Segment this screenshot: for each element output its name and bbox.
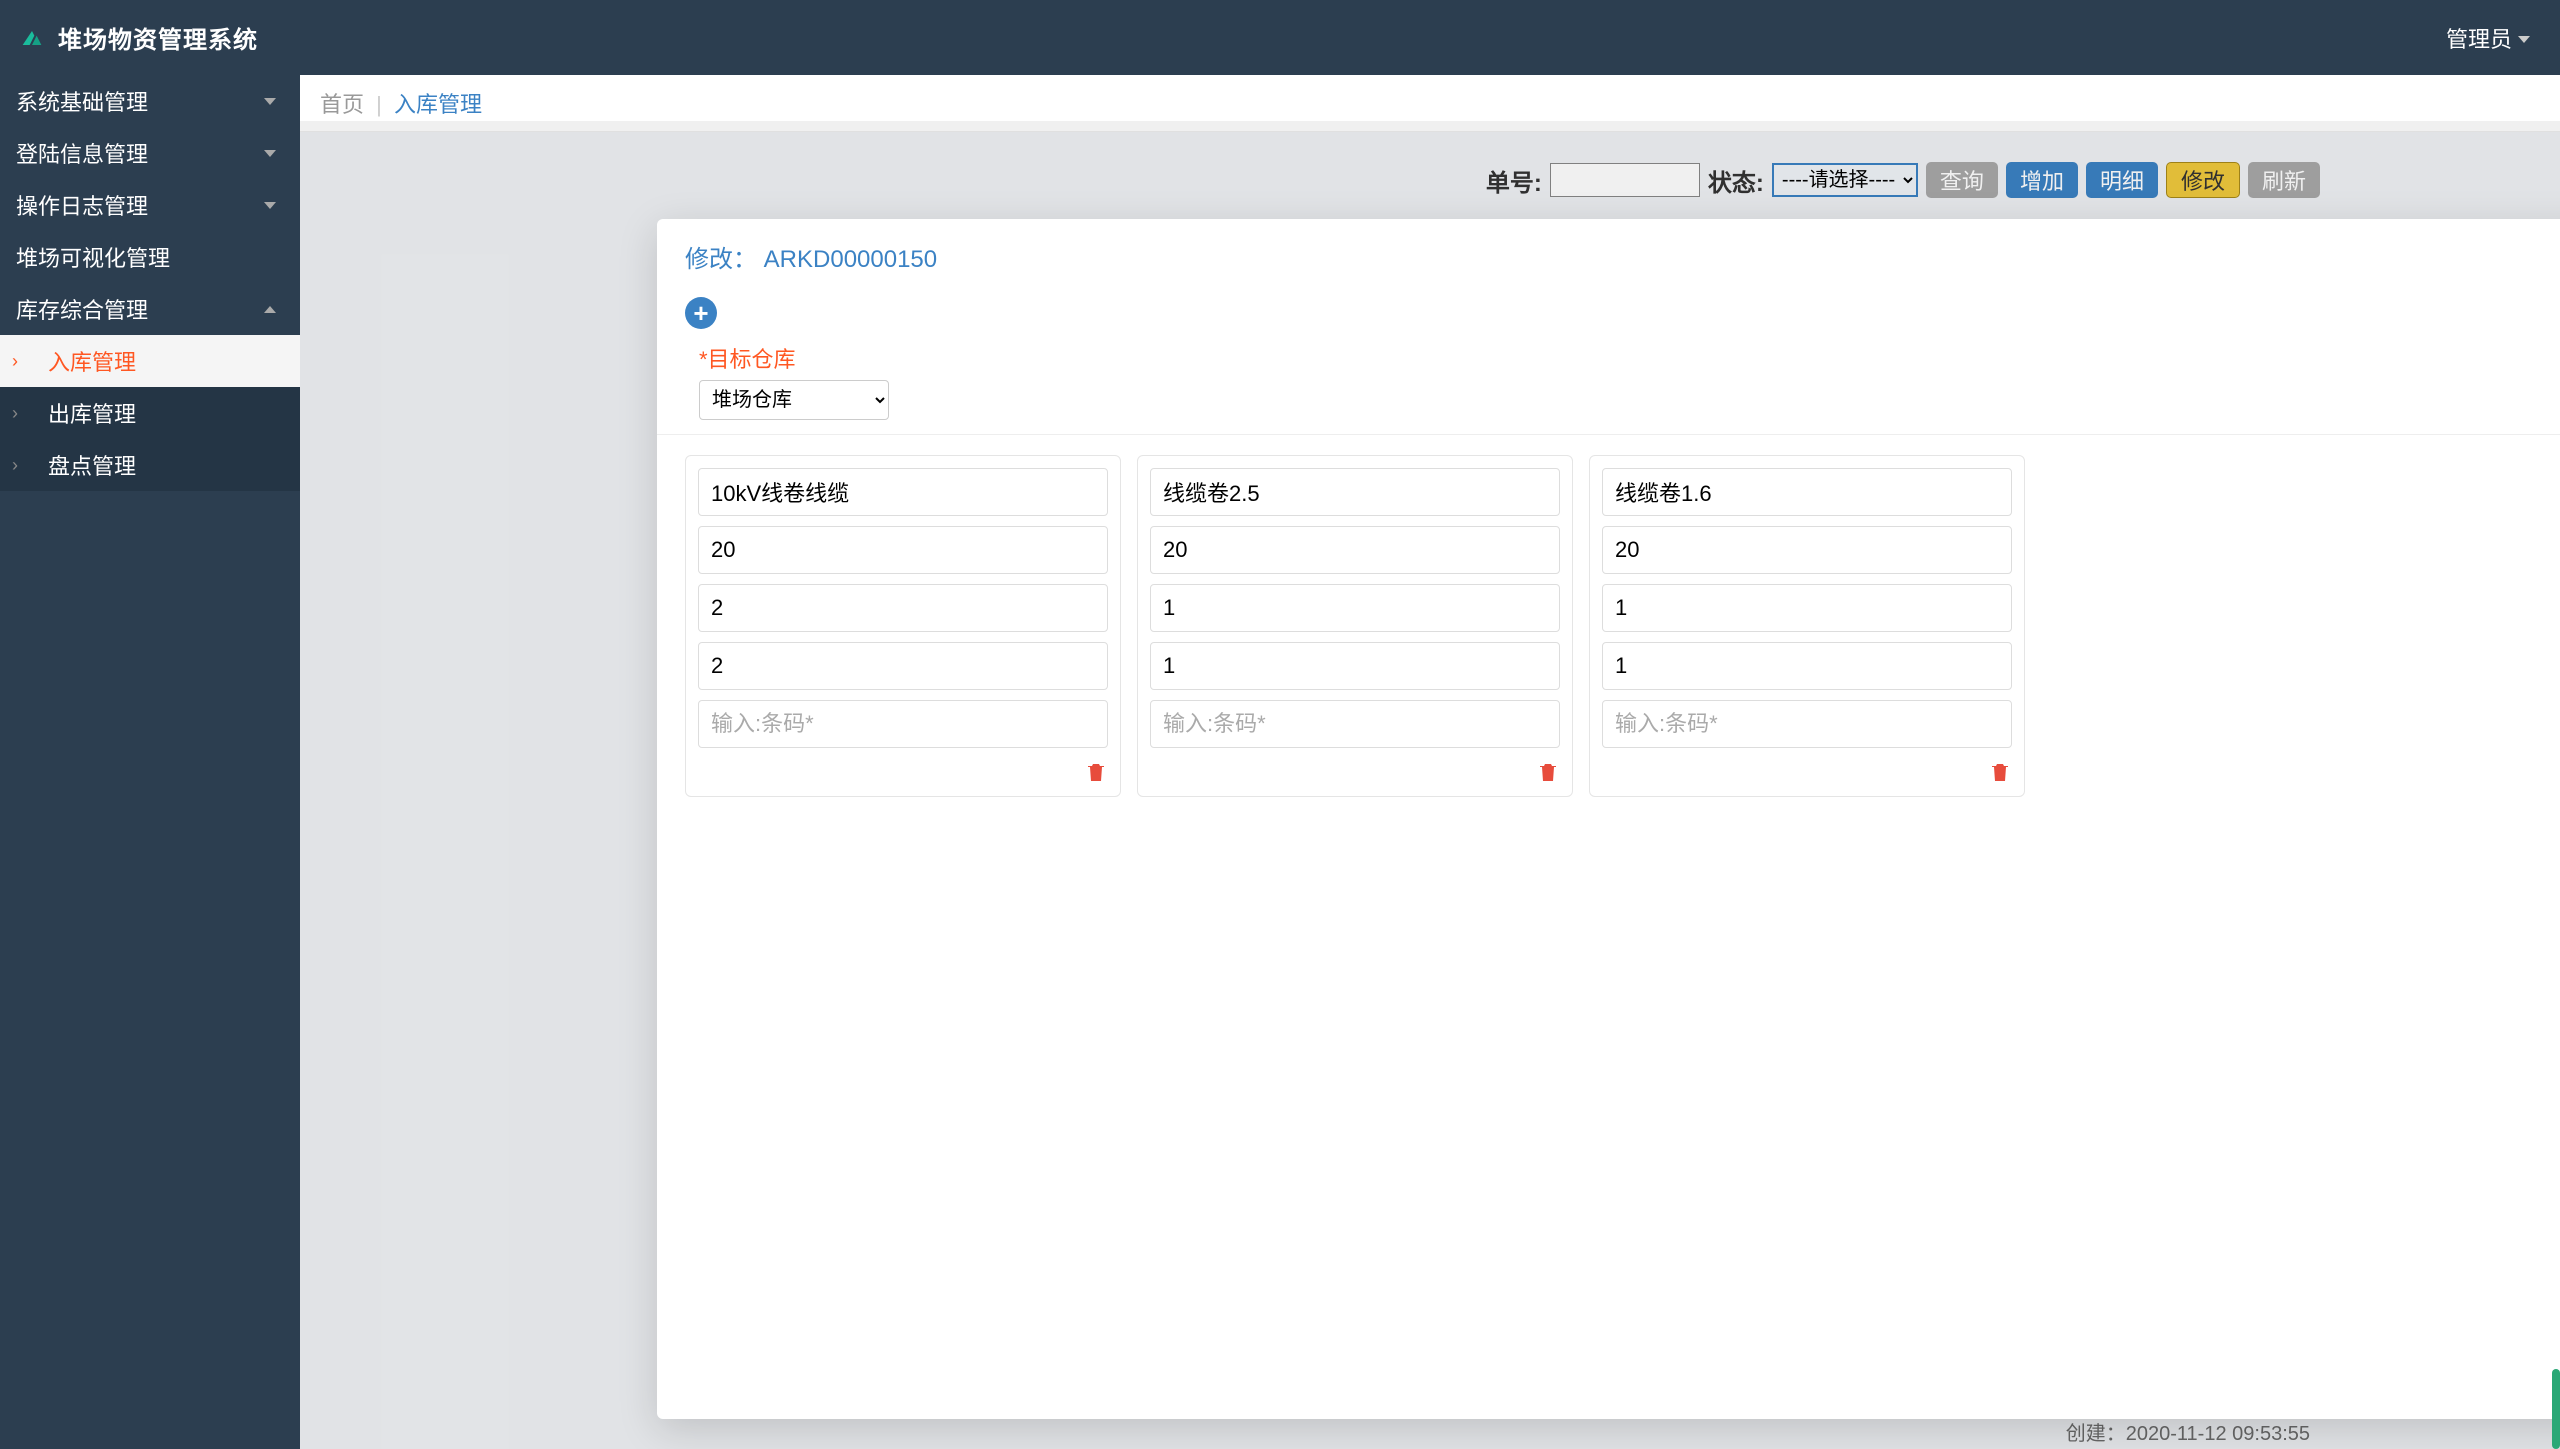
item-field3-input[interactable]: [1602, 584, 2012, 632]
submenu-inventory: › 入库管理 › 出库管理 › 盘点管理: [0, 335, 300, 491]
chevron-up-icon: [264, 306, 276, 313]
footer-created: 创建：2020-11-12 09:53:55: [2066, 1417, 2310, 1446]
submenu-label: 盘点管理: [48, 449, 136, 481]
item-field4-input[interactable]: [698, 642, 1108, 690]
item-barcode-input[interactable]: [1602, 700, 2012, 748]
edit-modal: 修改： ARKD00000150 ✕ + 保存 *目标仓库 堆场仓库: [657, 219, 2560, 1419]
menu-system-base[interactable]: 系统基础管理: [0, 75, 300, 127]
target-warehouse-row: *目标仓库 堆场仓库: [657, 342, 2560, 434]
sidebar: 系统基础管理 登陆信息管理 操作日志管理 堆场可视化管理 库存综合管理 › 入库…: [0, 75, 300, 1449]
delete-item-button[interactable]: [1536, 760, 1560, 784]
target-warehouse-label: *目标仓库: [699, 342, 2560, 374]
menu-yard-visual[interactable]: 堆场可视化管理: [0, 231, 300, 283]
caret-down-icon: [2518, 36, 2530, 43]
submenu-inbound[interactable]: › 入库管理: [0, 335, 300, 387]
app-title: 堆场物资管理系统: [58, 20, 258, 55]
chevron-down-icon: [264, 202, 276, 209]
user-label: 管理员: [2446, 22, 2512, 54]
item-card: [1589, 455, 2025, 797]
delete-item-button[interactable]: [1988, 760, 2012, 784]
submenu-label: 出库管理: [48, 397, 136, 429]
item-field2-input[interactable]: [698, 526, 1108, 574]
trash-icon: [1536, 760, 1560, 784]
modal-title: 修改： ARKD00000150: [685, 239, 937, 274]
delete-item-button[interactable]: [1084, 760, 1108, 784]
menu-label: 登陆信息管理: [16, 137, 148, 169]
breadcrumb-home[interactable]: 首页: [320, 92, 364, 117]
modal-actions: + 保存: [657, 294, 2560, 342]
trash-icon: [1084, 760, 1108, 784]
breadcrumb-current: 入库管理: [394, 92, 482, 117]
modal-header: 修改： ARKD00000150 ✕: [657, 219, 2560, 294]
item-cards-row: [657, 435, 2560, 817]
add-item-button[interactable]: +: [685, 297, 717, 329]
chevron-down-icon: [264, 98, 276, 105]
item-card: [685, 455, 1121, 797]
item-name-input[interactable]: [1602, 468, 2012, 516]
item-field4-input[interactable]: [1602, 642, 2012, 690]
trash-icon: [1988, 760, 2012, 784]
chevron-right-icon: ›: [12, 403, 18, 424]
menu-label: 系统基础管理: [16, 85, 148, 117]
scrollbar-thumb[interactable]: [2552, 1369, 2560, 1449]
target-warehouse-select[interactable]: 堆场仓库: [699, 380, 889, 420]
submenu-outbound[interactable]: › 出库管理: [0, 387, 300, 439]
item-field3-input[interactable]: [1150, 584, 1560, 632]
item-name-input[interactable]: [1150, 468, 1560, 516]
item-barcode-input[interactable]: [698, 700, 1108, 748]
menu-login-info[interactable]: 登陆信息管理: [0, 127, 300, 179]
menu-label: 库存综合管理: [16, 293, 148, 325]
breadcrumb-separator: |: [376, 92, 382, 117]
header-left: 堆场物资管理系统: [18, 20, 258, 55]
menu-label: 操作日志管理: [16, 189, 148, 221]
item-field4-input[interactable]: [1150, 642, 1560, 690]
submenu-label: 入库管理: [48, 345, 136, 377]
item-field2-input[interactable]: [1602, 526, 2012, 574]
item-card: [1137, 455, 1573, 797]
chevron-right-icon: ›: [12, 351, 18, 372]
chevron-down-icon: [264, 150, 276, 157]
menu-operation-log[interactable]: 操作日志管理: [0, 179, 300, 231]
menu-inventory-integrated[interactable]: 库存综合管理: [0, 283, 300, 335]
user-menu[interactable]: 管理员: [2446, 22, 2530, 54]
submenu-stocktake[interactable]: › 盘点管理: [0, 439, 300, 491]
item-name-input[interactable]: [698, 468, 1108, 516]
menu-label: 堆场可视化管理: [16, 241, 170, 273]
chevron-right-icon: ›: [12, 455, 18, 476]
item-barcode-input[interactable]: [1150, 700, 1560, 748]
app-logo-icon: [18, 24, 46, 52]
item-field3-input[interactable]: [698, 584, 1108, 632]
top-header: 堆场物资管理系统 管理员: [0, 0, 2560, 75]
item-field2-input[interactable]: [1150, 526, 1560, 574]
